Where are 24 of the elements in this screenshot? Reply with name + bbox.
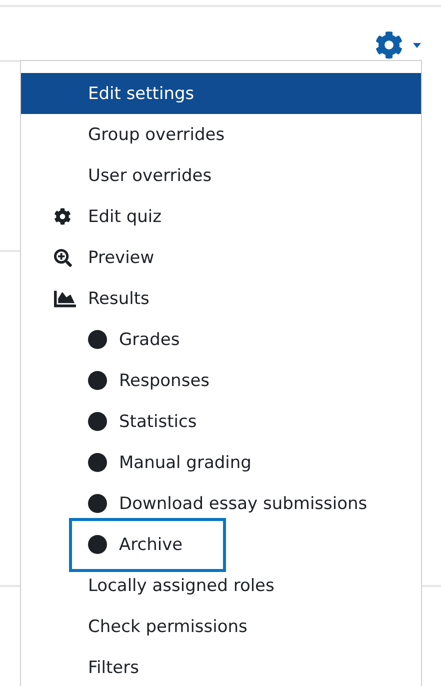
settings-menu-button[interactable]: [375, 31, 421, 59]
menu-item[interactable]: Results: [21, 278, 421, 319]
gear-icon: [54, 208, 71, 225]
caret-icon: [413, 42, 421, 48]
menu-item[interactable]: Responses: [21, 360, 421, 401]
menu-item[interactable]: Manual grading: [21, 442, 421, 483]
zoom-in-icon: [54, 248, 72, 266]
bullet-icon: [88, 535, 107, 554]
menu-item[interactable]: Statistics: [21, 401, 421, 442]
menu-item[interactable]: Check permissions: [21, 606, 421, 647]
bullet-icon: [88, 412, 107, 431]
bullet-icon: [88, 453, 107, 472]
menu-item[interactable]: Filters: [21, 647, 421, 686]
bullet-icon: [88, 494, 107, 513]
bullet-icon: [88, 330, 107, 349]
menu-item[interactable]: Edit settings: [21, 73, 421, 114]
highlight-frame: Archive: [69, 518, 226, 572]
settings-icon: [375, 31, 403, 59]
bullet-icon: [88, 371, 107, 390]
menu-item[interactable]: User overrides: [21, 155, 421, 196]
menu-item[interactable]: Preview: [21, 237, 421, 278]
menu-item[interactable]: Edit quiz: [21, 196, 421, 237]
menu-item[interactable]: Grades: [21, 319, 421, 360]
menu-item[interactable]: Group overrides: [21, 114, 421, 155]
